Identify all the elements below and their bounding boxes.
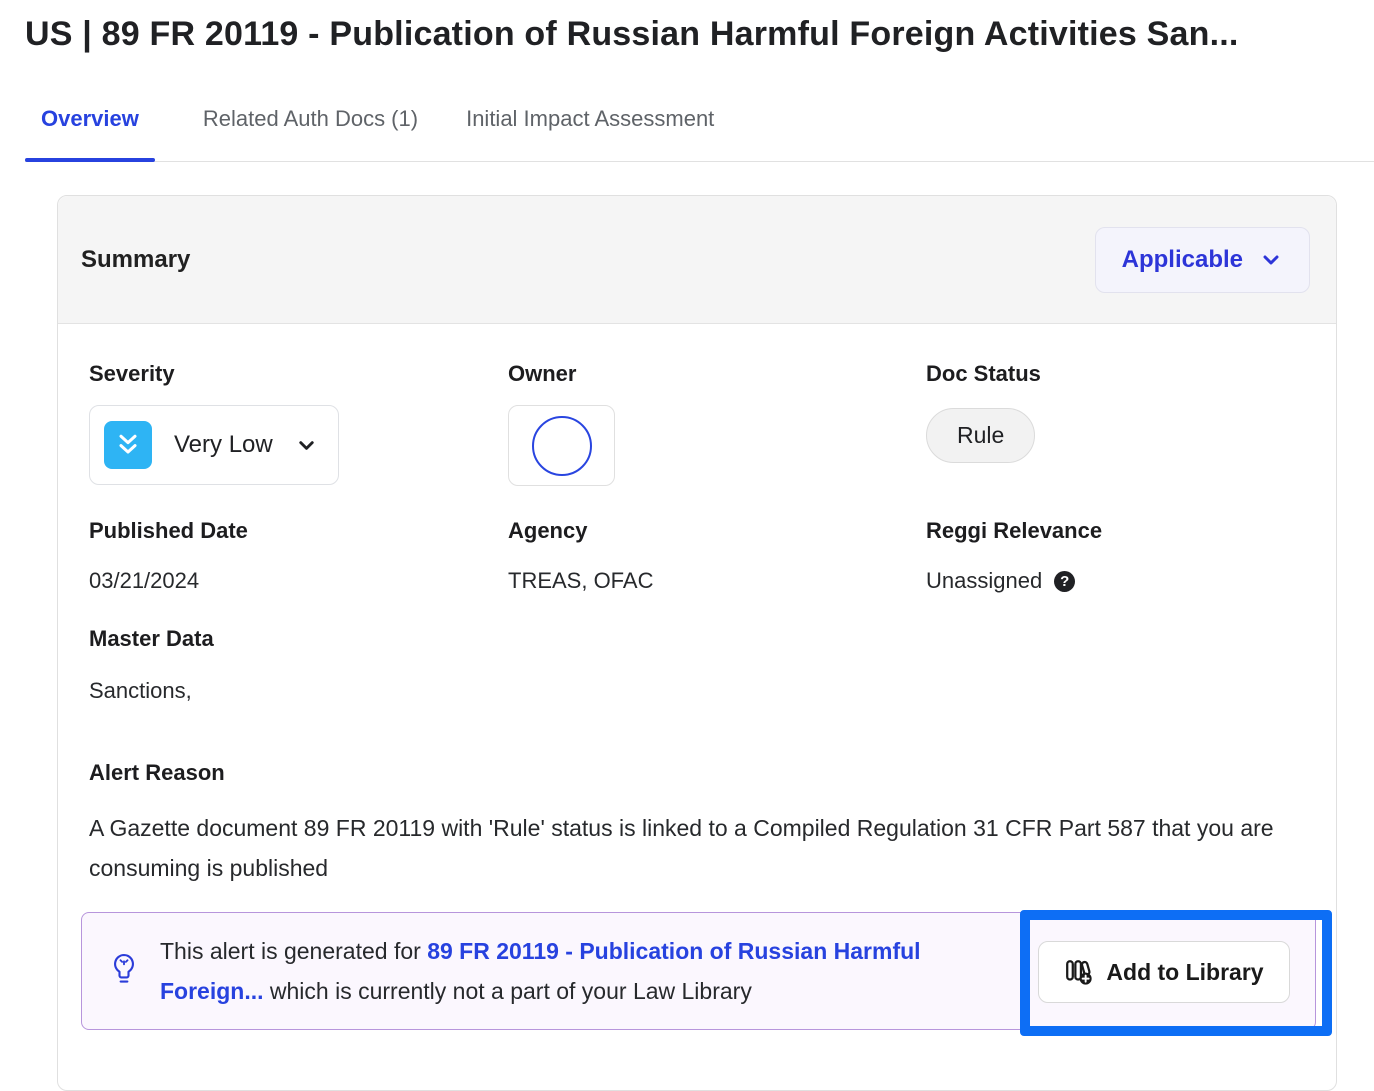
alert-reason-text: A Gazette document 89 FR 20119 with 'Rul…: [89, 808, 1309, 888]
chevron-down-icon: [1259, 248, 1283, 272]
banner-text-suffix: which is currently not a part of your La…: [264, 978, 752, 1004]
summary-card-body: Severity Very Low Owner: [58, 324, 1336, 1090]
tab-overview[interactable]: Overview: [25, 106, 155, 161]
reggi-relevance-value: Unassigned: [926, 568, 1042, 594]
tab-related-auth-docs[interactable]: Related Auth Docs (1): [203, 106, 418, 161]
banner-text-prefix: This alert is generated for: [160, 938, 427, 964]
severity-field: Severity Very Low: [89, 361, 508, 486]
banner-message: This alert is generated for 89 FR 20119 …: [160, 931, 970, 1011]
reggi-relevance-field: Reggi Relevance Unassigned ?: [926, 518, 1315, 594]
summary-title: Summary: [81, 246, 190, 274]
lightbulb-icon: [109, 951, 139, 991]
law-library-alert-banner: This alert is generated for 89 FR 20119 …: [81, 912, 1316, 1030]
add-to-library-button[interactable]: Add to Library: [1038, 941, 1290, 1003]
doc-status-label: Doc Status: [926, 361, 1315, 387]
applicable-dropdown-button[interactable]: Applicable: [1095, 227, 1310, 293]
tab-initial-impact-assessment[interactable]: Initial Impact Assessment: [466, 106, 714, 161]
severity-dropdown[interactable]: Very Low: [89, 405, 339, 485]
chevron-down-icon: [295, 434, 318, 457]
applicable-label: Applicable: [1122, 246, 1243, 274]
alert-reason-label: Alert Reason: [89, 760, 1315, 786]
published-date-value: 03/21/2024: [89, 568, 508, 594]
page-title: US | 89 FR 20119 - Publication of Russia…: [25, 12, 1364, 56]
published-date-field: Published Date 03/21/2024: [89, 518, 508, 594]
alert-reason-field: Alert Reason A Gazette document 89 FR 20…: [89, 760, 1315, 888]
severity-very-low-icon: [104, 421, 152, 469]
reggi-relevance-label: Reggi Relevance: [926, 518, 1315, 544]
avatar: [532, 416, 592, 476]
owner-label: Owner: [508, 361, 926, 387]
agency-label: Agency: [508, 518, 926, 544]
summary-card: Summary Applicable Severity Very Low: [57, 195, 1337, 1091]
master-data-value: Sanctions,: [89, 678, 1315, 704]
owner-avatar-button[interactable]: [508, 405, 615, 486]
master-data-field: Master Data Sanctions,: [89, 626, 1315, 704]
severity-label: Severity: [89, 361, 508, 387]
agency-value: TREAS, OFAC: [508, 568, 926, 594]
help-icon[interactable]: ?: [1054, 571, 1075, 592]
agency-field: Agency TREAS, OFAC: [508, 518, 926, 594]
doc-status-badge: Rule: [926, 408, 1035, 463]
summary-card-header: Summary Applicable: [58, 196, 1336, 324]
tab-bar: Overview Related Auth Docs (1) Initial I…: [25, 106, 1374, 162]
severity-value: Very Low: [174, 431, 273, 459]
master-data-label: Master Data: [89, 626, 1315, 652]
owner-field: Owner: [508, 361, 926, 486]
published-date-label: Published Date: [89, 518, 508, 544]
doc-status-field: Doc Status Rule: [926, 361, 1315, 486]
add-to-library-label: Add to Library: [1106, 959, 1263, 986]
add-to-library-icon: [1064, 957, 1094, 987]
